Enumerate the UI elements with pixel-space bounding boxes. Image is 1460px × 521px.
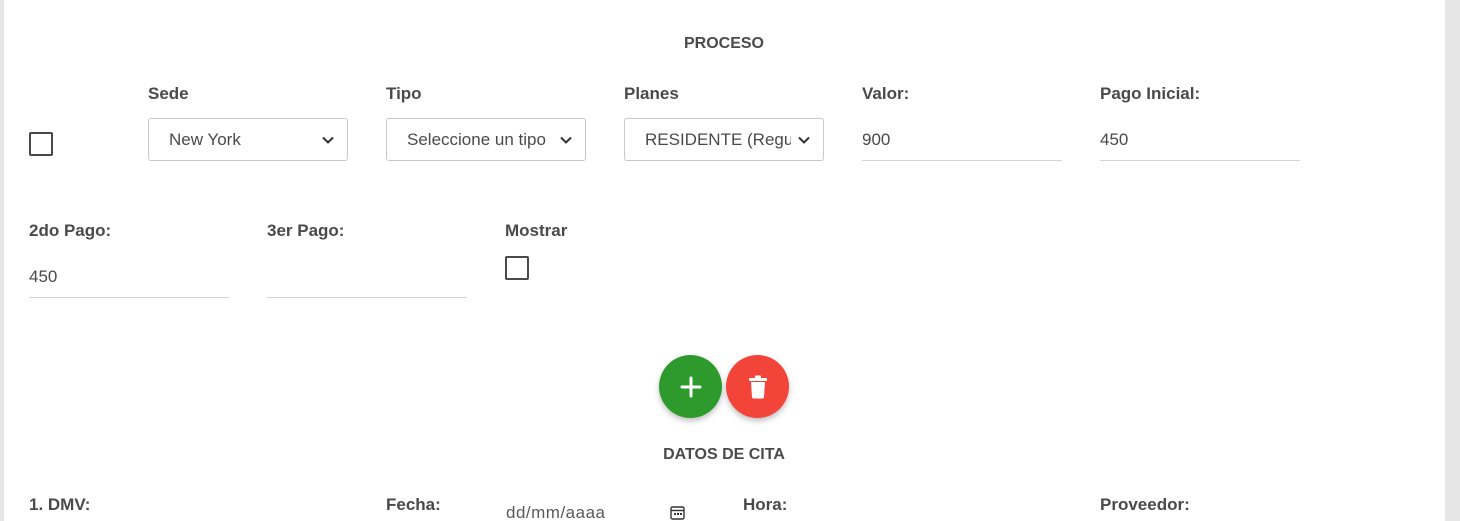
- sede-select[interactable]: New York: [148, 118, 348, 161]
- hora-label: Hora:: [743, 495, 788, 514]
- mostrar-checkbox[interactable]: [505, 256, 529, 280]
- add-button[interactable]: [659, 355, 722, 418]
- plus-icon: [680, 376, 702, 398]
- trash-icon: [748, 375, 768, 399]
- sede-label: Sede: [148, 84, 189, 103]
- valor-input[interactable]: 900: [862, 118, 1062, 161]
- row-select-checkbox[interactable]: [29, 132, 53, 156]
- pago-inicial-label: Pago Inicial:: [1100, 84, 1201, 103]
- valor-label: Valor:: [862, 84, 910, 103]
- tipo-select-value: Seleccione un tipo: [407, 130, 546, 149]
- sede-select-value: New York: [169, 130, 241, 149]
- proveedor-label: Proveedor:: [1100, 495, 1190, 514]
- segundo-pago-input[interactable]: 450: [29, 255, 229, 298]
- tipo-label: Tipo: [386, 84, 422, 103]
- planes-label: Planes: [624, 84, 679, 103]
- tipo-select[interactable]: Seleccione un tipo: [386, 118, 586, 161]
- section-title-datos-cita: DATOS DE CITA: [663, 446, 785, 463]
- tercer-pago-input[interactable]: [267, 255, 467, 298]
- segundo-pago-label: 2do Pago:: [29, 221, 112, 240]
- fecha-label: Fecha:: [386, 495, 441, 514]
- form-card: PROCESO Sede New York Tipo Seleccione un…: [4, 0, 1445, 521]
- fecha-input[interactable]: dd/mm/aaaa: [506, 503, 606, 521]
- calendar-icon[interactable]: [670, 505, 685, 520]
- planes-select[interactable]: RESIDENTE (Regul: [624, 118, 824, 161]
- section-title-proceso: PROCESO: [683, 35, 764, 52]
- planes-select-value: RESIDENTE (Regul: [645, 130, 798, 149]
- chevron-down-icon: [553, 119, 579, 160]
- tercer-pago-label: 3er Pago:: [267, 221, 345, 240]
- pago-inicial-input[interactable]: 450: [1100, 118, 1300, 161]
- mostrar-label: Mostrar: [505, 221, 568, 240]
- dmv-label: 1. DMV:: [29, 495, 91, 514]
- chevron-down-icon: [315, 119, 341, 160]
- delete-button[interactable]: [726, 355, 789, 418]
- chevron-down-icon: [791, 119, 817, 160]
